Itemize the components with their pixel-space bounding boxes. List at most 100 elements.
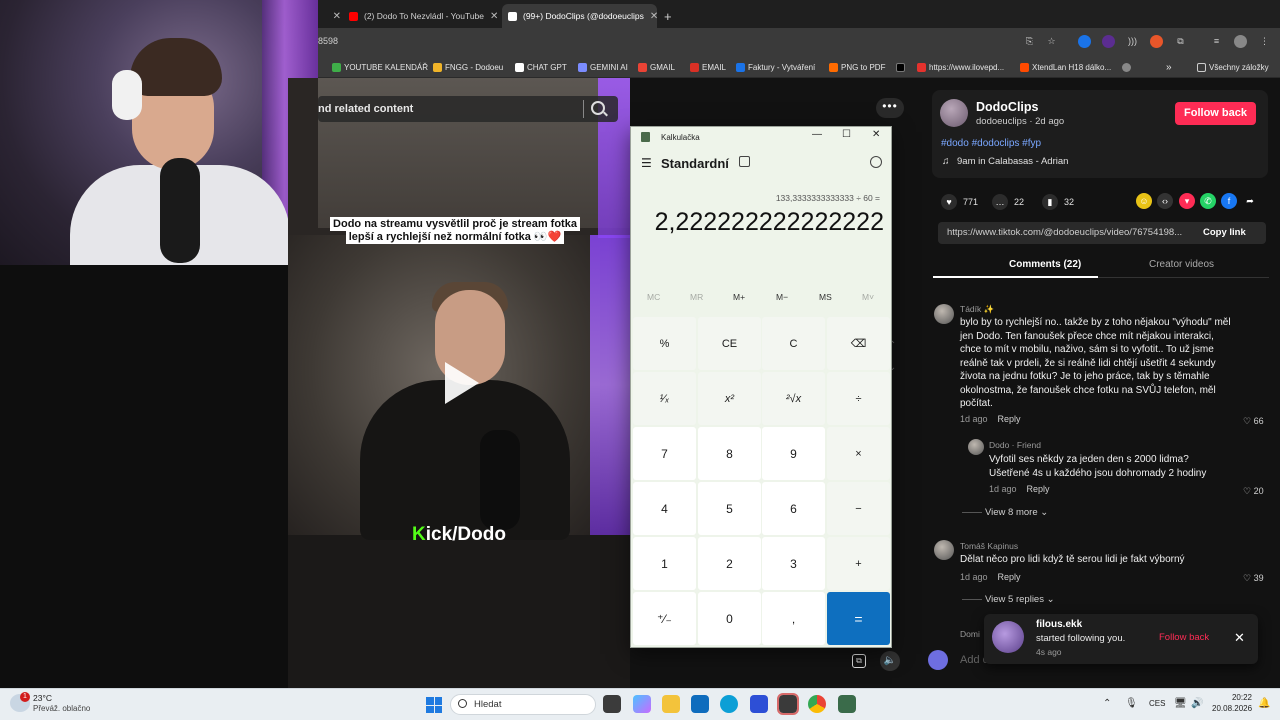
whatsapp-icon[interactable]: ✆ bbox=[1200, 193, 1216, 209]
digit-0-button[interactable]: 0 bbox=[698, 592, 761, 645]
backspace-button[interactable]: ⌫ bbox=[827, 317, 890, 370]
bookmark-item[interactable]: https://www.ilovepd... bbox=[917, 60, 1004, 74]
notification-follow-back-button[interactable]: Follow back bbox=[1159, 632, 1209, 643]
language-indicator[interactable]: CES bbox=[1149, 699, 1165, 708]
hamburger-menu-icon[interactable]: ☰ bbox=[641, 156, 652, 170]
all-bookmarks-button[interactable]: Všechny záložky bbox=[1197, 60, 1269, 74]
digit-5-button[interactable]: 5 bbox=[698, 482, 761, 535]
copy-link-button[interactable]: Copy link bbox=[1203, 227, 1246, 238]
add-button[interactable]: + bbox=[827, 537, 890, 590]
taskbar-search-input[interactable] bbox=[450, 694, 596, 715]
reply-button[interactable]: Reply bbox=[998, 414, 1021, 424]
memory-clear-button[interactable]: MC bbox=[647, 292, 660, 302]
play-icon[interactable] bbox=[445, 362, 479, 404]
commenter-name[interactable]: Tomáš Kapinus bbox=[960, 541, 1018, 551]
digit-4-button[interactable]: 4 bbox=[633, 482, 696, 535]
bookmark-item[interactable] bbox=[1122, 60, 1131, 74]
digit-6-button[interactable]: 6 bbox=[762, 482, 825, 535]
bookmarks-overflow-button[interactable]: » bbox=[1166, 60, 1172, 74]
embed-icon[interactable]: ‹› bbox=[1157, 193, 1173, 209]
close-icon[interactable]: ✕ bbox=[872, 129, 880, 140]
search-placeholder[interactable]: nd related content bbox=[318, 103, 413, 115]
reciprocal-button[interactable]: ¹⁄ₓ bbox=[633, 372, 696, 425]
bookmark-item[interactable]: XtendLan H18 dálko... bbox=[1020, 60, 1111, 74]
commenter-avatar[interactable] bbox=[968, 439, 984, 455]
memory-add-button[interactable]: M+ bbox=[733, 292, 745, 302]
volume-icon[interactable]: 🔈 bbox=[880, 651, 900, 671]
commenter-avatar[interactable] bbox=[934, 304, 954, 324]
bookmark-item[interactable]: GMAIL bbox=[638, 60, 675, 74]
bookmark-item[interactable]: YOUTUBE KALENDÁŘ bbox=[332, 60, 428, 74]
facebook-icon[interactable]: f bbox=[1221, 193, 1237, 209]
address-text[interactable]: 8598 bbox=[318, 36, 338, 46]
clear-button[interactable]: C bbox=[762, 317, 825, 370]
link-text[interactable]: https://www.tiktok.com/@dodoeuclips/vide… bbox=[947, 227, 1192, 238]
clear-entry-button[interactable]: CE bbox=[698, 317, 761, 370]
save-button[interactable]: ▮ 32 bbox=[1042, 194, 1074, 210]
multiply-button[interactable]: × bbox=[827, 427, 890, 480]
commenter-name[interactable]: Tádík ✨ bbox=[960, 304, 994, 315]
music-title[interactable]: 9am in Calabasas - Adrian bbox=[957, 156, 1068, 167]
edge-icon[interactable] bbox=[720, 695, 738, 713]
digit-7-button[interactable]: 7 bbox=[633, 427, 696, 480]
more-options-button[interactable]: ••• bbox=[876, 98, 904, 118]
share-arrow-icon[interactable]: ➦ bbox=[1242, 193, 1258, 209]
picture-in-picture-icon[interactable]: ⧉ bbox=[852, 654, 866, 668]
history-icon[interactable] bbox=[870, 156, 882, 168]
author-name[interactable]: DodoClips bbox=[976, 100, 1039, 114]
file-explorer-icon[interactable] bbox=[662, 695, 680, 713]
calculator-taskbar-icon[interactable] bbox=[838, 695, 856, 713]
extension-icon[interactable] bbox=[1078, 35, 1091, 48]
comment-button[interactable]: … 22 bbox=[992, 194, 1024, 210]
profile-avatar-icon[interactable] bbox=[1234, 35, 1247, 48]
tab-youtube[interactable]: (2) Dodo To Nezvládl - YouTube ✕ bbox=[343, 4, 498, 28]
tab-comments[interactable]: Comments (22) bbox=[1009, 259, 1081, 270]
copilot-icon[interactable] bbox=[633, 695, 651, 713]
maximize-icon[interactable]: ☐ bbox=[842, 129, 851, 140]
tab-creator-videos[interactable]: Creator videos bbox=[1149, 259, 1214, 270]
square-root-button[interactable]: ²√x bbox=[762, 372, 825, 425]
author-avatar[interactable] bbox=[940, 99, 968, 127]
memory-subtract-button[interactable]: M− bbox=[776, 292, 788, 302]
tab-tiktok[interactable]: (99+) DodoClips (@dodoeuclips ✕ bbox=[502, 4, 657, 28]
volume-tray-icon[interactable]: 🔊 bbox=[1191, 698, 1203, 709]
audio-icon[interactable]: ))) bbox=[1126, 35, 1139, 48]
memory-store-button[interactable]: MS bbox=[819, 292, 832, 302]
follow-back-button[interactable]: Follow back bbox=[1175, 102, 1256, 125]
digit-1-button[interactable]: 1 bbox=[633, 537, 696, 590]
digit-8-button[interactable]: 8 bbox=[698, 427, 761, 480]
windows-start-icon[interactable] bbox=[426, 697, 442, 713]
comment-like-button[interactable]: ♡ 39 bbox=[1243, 573, 1264, 584]
task-view-icon[interactable] bbox=[603, 695, 621, 713]
commenter-name[interactable]: Dodo · Friend bbox=[989, 440, 1041, 450]
reply-button[interactable]: Reply bbox=[998, 572, 1021, 582]
tray-overflow-icon[interactable]: ⌃ bbox=[1103, 698, 1111, 709]
digit-2-button[interactable]: 2 bbox=[698, 537, 761, 590]
new-tab-button[interactable]: + bbox=[664, 4, 680, 28]
post-hashtags[interactable]: #dodo #dodoclips #fyp bbox=[941, 138, 1041, 149]
subtract-button[interactable]: − bbox=[827, 482, 890, 535]
obs-icon[interactable] bbox=[777, 693, 799, 715]
percent-button[interactable]: % bbox=[633, 317, 696, 370]
negate-button[interactable]: ⁺⁄₋ bbox=[633, 592, 696, 645]
reply-button[interactable]: Reply bbox=[1027, 484, 1050, 494]
minimize-icon[interactable]: — bbox=[812, 129, 822, 140]
outlook-icon[interactable] bbox=[691, 695, 709, 713]
send-icon[interactable]: ▾ bbox=[1179, 193, 1195, 209]
memory-recall-button[interactable]: MR bbox=[690, 292, 703, 302]
weather-description[interactable]: Převáž. oblačno bbox=[33, 704, 90, 713]
keep-on-top-icon[interactable] bbox=[739, 156, 750, 167]
close-tab-icon[interactable]: ✕ bbox=[490, 11, 498, 22]
comment-like-button[interactable]: ♡ 66 bbox=[1243, 416, 1264, 427]
square-button[interactable]: x² bbox=[698, 372, 761, 425]
bookmark-item[interactable]: FNGG - Dodoeu bbox=[433, 60, 503, 74]
decimal-button[interactable]: , bbox=[762, 592, 825, 645]
comment-like-button[interactable]: ♡ 20 bbox=[1243, 486, 1264, 497]
extension-icon[interactable] bbox=[1102, 35, 1115, 48]
microphone-tray-icon[interactable]: 🎙 bbox=[1125, 698, 1138, 709]
app-icon[interactable] bbox=[750, 695, 768, 713]
close-icon[interactable]: ✕ bbox=[1234, 630, 1245, 646]
search-icon[interactable] bbox=[591, 101, 605, 115]
weather-temperature[interactable]: 23°C bbox=[33, 693, 52, 703]
repost-icon[interactable]: ☺ bbox=[1136, 193, 1152, 209]
